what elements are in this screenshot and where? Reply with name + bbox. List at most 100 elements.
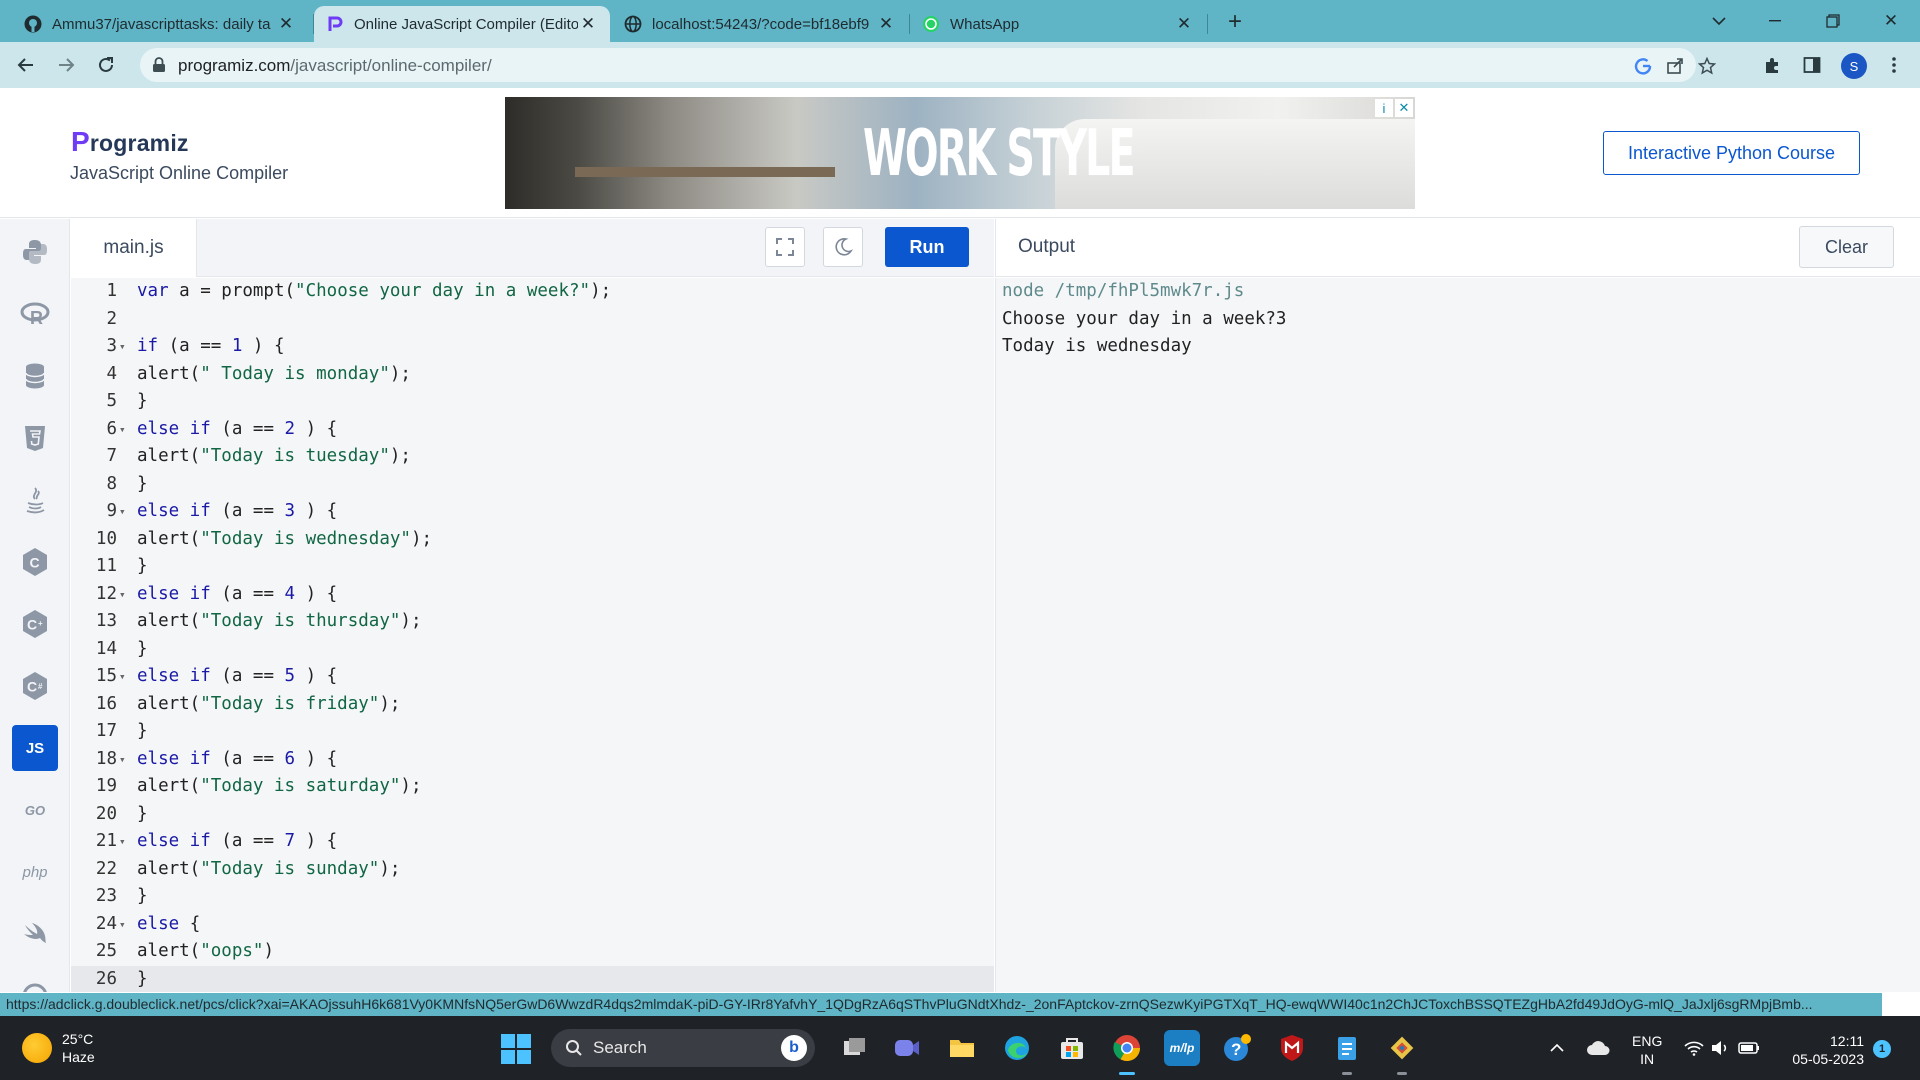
forward-arrow-icon[interactable]: [50, 49, 82, 81]
code-line[interactable]: 24 ▾ else {: [71, 911, 994, 939]
r-icon[interactable]: R: [12, 291, 58, 337]
code-line[interactable]: 3 ▾ if (a == 1 ) {: [71, 333, 994, 361]
address-bar[interactable]: programiz.com/javascript/online-compiler…: [140, 48, 1716, 82]
extensions-puzzle-icon[interactable]: [1760, 53, 1784, 77]
clear-button[interactable]: Clear: [1799, 226, 1894, 268]
fold-arrow-icon[interactable]: ▾: [119, 663, 131, 691]
edge-icon[interactable]: [999, 1030, 1035, 1066]
ad-close-icon[interactable]: ✕: [1395, 99, 1413, 117]
chrome-icon[interactable]: [1109, 1030, 1145, 1075]
notification-badge[interactable]: 1: [1873, 1040, 1891, 1058]
code-line[interactable]: 7 alert("Today is tuesday");: [71, 443, 994, 471]
lock-icon[interactable]: [152, 57, 166, 78]
code-line[interactable]: 12 ▾ else if (a == 4 ) {: [71, 581, 994, 609]
side-panel-icon[interactable]: [1800, 53, 1824, 77]
cplusplus-icon[interactable]: C +: [12, 601, 58, 647]
browser-tab[interactable]: localhost:54243/?code=bf18ebf9 ✕: [612, 6, 908, 42]
code-line[interactable]: 19 alert("Today is saturday");: [71, 773, 994, 801]
file-tab-main-js[interactable]: main.js: [71, 219, 197, 277]
notepad-icon[interactable]: [1329, 1030, 1365, 1075]
c-icon[interactable]: C: [12, 539, 58, 585]
output-console[interactable]: node /tmp/fhPl5mwk7r.js Choose your day i…: [995, 278, 1920, 992]
close-tab-icon[interactable]: ✕: [1174, 14, 1194, 34]
code-line[interactable]: 11}: [71, 553, 994, 581]
onedrive-cloud-icon[interactable]: [1585, 1016, 1611, 1080]
code-line[interactable]: 9 ▾ else if (a == 3 ) {: [71, 498, 994, 526]
battery-icon[interactable]: [1736, 1016, 1762, 1080]
help-app-icon[interactable]: ?: [1219, 1030, 1255, 1066]
wifi-icon[interactable]: [1682, 1016, 1706, 1080]
code-line[interactable]: 14}: [71, 636, 994, 664]
fullscreen-button[interactable]: [765, 227, 805, 267]
programiz-logo[interactable]: Programiz: [71, 126, 189, 158]
teams-chat-icon[interactable]: [889, 1030, 925, 1066]
bookmark-star-icon[interactable]: [1696, 55, 1718, 77]
code-line[interactable]: 5}: [71, 388, 994, 416]
html5-icon[interactable]: [12, 415, 58, 461]
browser-tab-active[interactable]: Online JavaScript Compiler (Edito ✕: [314, 6, 610, 42]
code-line[interactable]: 4 alert(" Today is monday");: [71, 361, 994, 389]
browser-tab[interactable]: Ammu37/javascripttasks: daily ta ✕: [12, 6, 308, 42]
ad-info-icon[interactable]: i: [1375, 99, 1393, 117]
profile-avatar[interactable]: S: [1841, 53, 1867, 79]
close-tab-icon[interactable]: ✕: [578, 14, 598, 34]
code-line[interactable]: 26}: [71, 965, 994, 992]
taskbar-search[interactable]: Search b: [551, 1029, 815, 1067]
close-tab-icon[interactable]: ✕: [276, 14, 296, 34]
weather-widget[interactable]: 25°C Haze: [22, 1030, 95, 1066]
windows-start-icon[interactable]: [501, 1034, 531, 1064]
back-arrow-icon[interactable]: [10, 49, 42, 81]
code-line[interactable]: 6 ▾ else if (a == 2 ) {: [71, 416, 994, 444]
input-language-indicator[interactable]: ENG IN: [1632, 1032, 1662, 1068]
browser-menu-icon[interactable]: [1882, 53, 1906, 77]
fold-arrow-icon[interactable]: ▾: [119, 911, 131, 939]
dark-mode-toggle[interactable]: [823, 227, 863, 267]
reload-icon[interactable]: [90, 49, 122, 81]
file-explorer-icon[interactable]: [944, 1030, 980, 1066]
close-window-button[interactable]: ✕: [1868, 6, 1914, 36]
task-view-icon[interactable]: [837, 1030, 873, 1066]
bing-icon[interactable]: b: [781, 1035, 807, 1061]
new-tab-button[interactable]: +: [1222, 8, 1248, 35]
interactive-python-course-button[interactable]: Interactive Python Course: [1603, 131, 1860, 175]
csharp-icon[interactable]: C #: [12, 663, 58, 709]
go-icon[interactable]: GO: [12, 787, 58, 833]
microsoft-store-icon[interactable]: [1054, 1030, 1090, 1066]
system-clock[interactable]: 12:11 05-05-2023: [1782, 1032, 1864, 1068]
code-line[interactable]: 22 alert("Today is sunday");: [71, 856, 994, 884]
code-line[interactable]: 23}: [71, 883, 994, 911]
code-line[interactable]: 18 ▾ else if (a == 6 ) {: [71, 746, 994, 774]
volume-icon[interactable]: [1708, 1016, 1732, 1080]
run-button[interactable]: Run: [885, 227, 969, 267]
tab-search-icon[interactable]: [1696, 6, 1742, 36]
code-line[interactable]: 13 alert("Today is thursday");: [71, 608, 994, 636]
code-line[interactable]: 25 alert("oops"): [71, 938, 994, 966]
more-languages-icon[interactable]: [12, 973, 58, 992]
mylp-app-icon[interactable]: m/lp: [1164, 1030, 1200, 1066]
fold-arrow-icon[interactable]: ▾: [119, 498, 131, 526]
database-icon[interactable]: [12, 353, 58, 399]
code-line[interactable]: 16 alert("Today is friday");: [71, 691, 994, 719]
google-icon[interactable]: [1632, 55, 1654, 77]
php-icon[interactable]: php: [12, 849, 58, 895]
advertisement-banner[interactable]: WORK STYLE i ✕: [505, 97, 1415, 209]
fold-arrow-icon[interactable]: ▾: [119, 828, 131, 856]
code-line[interactable]: 8}: [71, 471, 994, 499]
tray-overflow-chevron-icon[interactable]: [1545, 1016, 1569, 1080]
browser-tab[interactable]: WhatsApp ✕: [910, 6, 1206, 42]
code-line[interactable]: 20}: [71, 801, 994, 829]
restore-button[interactable]: [1810, 6, 1856, 36]
fold-arrow-icon[interactable]: ▾: [119, 581, 131, 609]
mcafee-icon[interactable]: [1274, 1030, 1310, 1066]
git-tool-icon[interactable]: [1384, 1030, 1420, 1075]
code-line[interactable]: 21 ▾ else if (a == 7 ) {: [71, 828, 994, 856]
code-line[interactable]: 17}: [71, 718, 994, 746]
code-editor[interactable]: 1 var a = prompt("Choose your day in a we…: [71, 278, 994, 992]
fold-arrow-icon[interactable]: ▾: [119, 746, 131, 774]
code-line[interactable]: 2: [71, 306, 994, 334]
js-icon[interactable]: JS: [12, 725, 58, 771]
python-icon[interactable]: [12, 229, 58, 275]
swift-icon[interactable]: [12, 911, 58, 957]
minimize-button[interactable]: [1752, 6, 1798, 36]
code-line[interactable]: 10 alert("Today is wednesday");: [71, 526, 994, 554]
